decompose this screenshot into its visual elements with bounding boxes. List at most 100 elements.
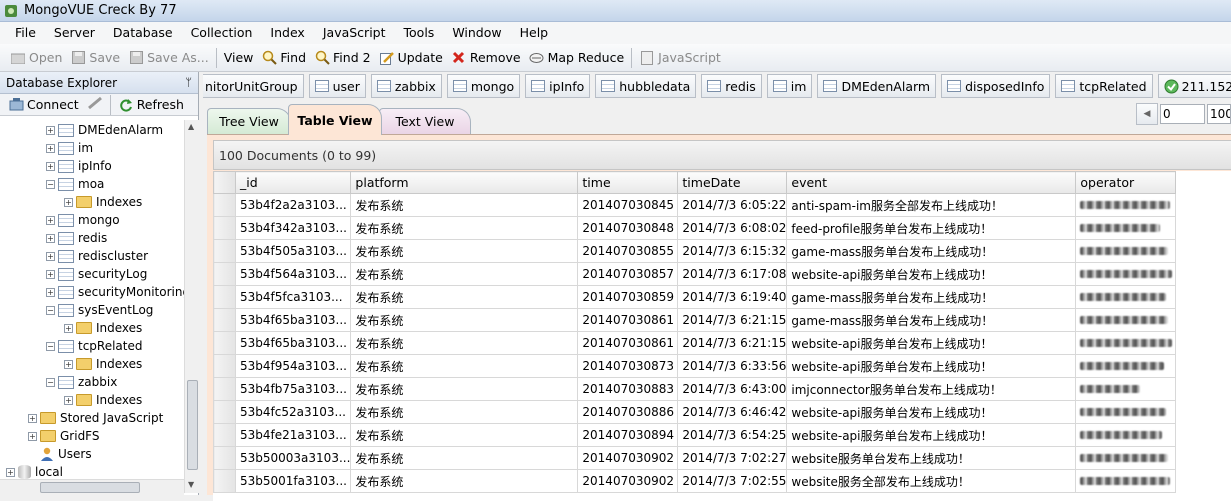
expander-icon[interactable]: + (28, 431, 37, 441)
tree-vertical-scrollbar[interactable]: ▲ ▼ (184, 120, 199, 493)
tab-collection-211.152.99.26[interactable]: 211.152.99.26 (1157, 74, 1231, 98)
cell-timeDate[interactable]: 2014/7/3 6:08:02 (677, 216, 788, 240)
tab-collection-mongo[interactable]: mongo (446, 74, 521, 98)
row-header[interactable] (213, 308, 236, 332)
cell-timeDate[interactable]: 2014/7/3 7:02:55 (677, 469, 788, 493)
cell-operator[interactable] (1075, 331, 1177, 355)
row-header[interactable] (213, 446, 236, 470)
cell-platform[interactable]: 发布系统 (350, 331, 579, 355)
tree-node-indexes[interactable]: + Indexes (64, 193, 142, 211)
menu-collection[interactable]: Collection (182, 22, 262, 44)
tab-collection-disposedinfo[interactable]: disposedInfo (941, 74, 1051, 98)
expander-icon[interactable]: + (46, 269, 55, 279)
table-row[interactable]: 53b50003a3103... 发布系统 201407030902 2014/7/3… (213, 446, 1177, 470)
tree-node-stored-javascript[interactable]: + Stored JavaScript (28, 409, 163, 427)
tab-collection-zabbix[interactable]: zabbix (370, 74, 442, 98)
tree-node-securitymonitoring[interactable]: + securityMonitoring (46, 283, 184, 301)
cell-id[interactable]: 53b4f505a3103... (234, 239, 352, 263)
cell-operator[interactable] (1075, 308, 1177, 332)
cell-operator[interactable] (1075, 446, 1177, 470)
table-row[interactable]: 53b4fc52a3103... 发布系统 201407030886 2014/7/3… (213, 400, 1177, 424)
scroll-down-arrow[interactable]: ▼ (188, 480, 194, 489)
cell-time[interactable]: 201407030857 (577, 262, 679, 286)
cell-platform[interactable]: 发布系统 (350, 377, 579, 401)
cell-id[interactable]: 53b4f342a3103... (234, 216, 352, 240)
row-header[interactable] (213, 423, 236, 447)
cell-id[interactable]: 53b4f954a3103... (234, 354, 352, 378)
menu-file[interactable]: File (6, 22, 45, 44)
expander-icon[interactable]: + (46, 233, 55, 243)
table-row[interactable]: 53b4f564a3103... 发布系统 201407030857 2014/7/3… (213, 262, 1177, 286)
tab-collection-ipinfo[interactable]: ipInfo (525, 74, 591, 98)
expander-icon[interactable]: + (64, 395, 73, 405)
menu-window[interactable]: Window (443, 22, 510, 44)
expander-icon[interactable]: + (46, 287, 55, 297)
menu-tools[interactable]: Tools (395, 22, 444, 44)
menu-database[interactable]: Database (104, 22, 182, 44)
column-header-event[interactable]: event (786, 171, 1077, 194)
cell-event[interactable]: website-api服务单台发布上线成功！ (786, 423, 1077, 447)
cell-platform[interactable]: 发布系统 (350, 446, 579, 470)
expander-icon[interactable]: + (46, 161, 55, 171)
prev-page-button[interactable]: ◀ (1136, 103, 1158, 125)
cell-timeDate[interactable]: 2014/7/3 6:43:00 (677, 377, 788, 401)
expander-icon[interactable]: − (46, 341, 55, 351)
skip-input[interactable] (1160, 104, 1205, 124)
tab-tree-view[interactable]: Tree View (207, 108, 291, 134)
tree-node-mongo[interactable]: + mongo (46, 211, 120, 229)
cell-operator[interactable] (1075, 400, 1177, 424)
cell-time[interactable]: 201407030886 (577, 400, 679, 424)
cell-event[interactable]: game-mass服务单台发布上线成功！ (786, 308, 1077, 332)
cell-timeDate[interactable]: 2014/7/3 6:46:42 (677, 400, 788, 424)
pin-icon[interactable]: ᛘ (185, 76, 192, 89)
cell-timeDate[interactable]: 2014/7/3 6:33:56 (677, 354, 788, 378)
tab-collection-im[interactable]: im (766, 74, 813, 98)
cell-timeDate[interactable]: 2014/7/3 6:21:15 (677, 308, 788, 332)
cell-time[interactable]: 201407030855 (577, 239, 679, 263)
cell-operator[interactable] (1075, 423, 1177, 447)
javascript-button[interactable]: JavaScript (635, 46, 725, 70)
expander-icon[interactable]: − (46, 179, 55, 189)
cell-id[interactable]: 53b4f65ba3103... (234, 308, 352, 332)
cell-id[interactable]: 53b4f5fca3103... (234, 285, 352, 309)
cell-id[interactable]: 53b4fc52a3103... (234, 400, 352, 424)
table-row[interactable]: 53b4f954a3103... 发布系统 201407030873 2014/7/3… (213, 354, 1177, 378)
column-header-platform[interactable]: platform (350, 171, 579, 194)
cell-platform[interactable]: 发布系统 (350, 400, 579, 424)
expander-icon[interactable]: + (46, 251, 55, 261)
cell-id[interactable]: 53b4f65ba3103... (234, 331, 352, 355)
tab-collection-tcprelated[interactable]: tcpRelated (1055, 74, 1153, 98)
connect-button[interactable]: Connect (4, 93, 83, 117)
tab-collection-user[interactable]: user (308, 74, 366, 98)
cell-operator[interactable] (1075, 262, 1177, 286)
disconnect-icon[interactable] (87, 96, 103, 113)
expander-icon[interactable]: + (64, 197, 73, 207)
cell-event[interactable]: website服务全部发布上线成功！ (786, 469, 1077, 493)
expander-icon[interactable]: + (64, 359, 73, 369)
cell-time[interactable]: 201407030859 (577, 285, 679, 309)
cell-platform[interactable]: 发布系统 (350, 193, 579, 217)
expander-icon[interactable]: + (64, 323, 73, 333)
cell-operator[interactable] (1075, 377, 1177, 401)
cell-id[interactable]: 53b4f564a3103... (234, 262, 352, 286)
row-header[interactable] (213, 377, 236, 401)
row-header[interactable] (213, 285, 236, 309)
tree-node-im[interactable]: + im (46, 139, 93, 157)
find2-button[interactable]: Find 2 (310, 46, 375, 70)
cell-id[interactable]: 53b4f2a2a3103... (234, 193, 352, 217)
cell-id[interactable]: 53b5001fa3103... (234, 469, 352, 493)
cell-time[interactable]: 201407030845 (577, 193, 679, 217)
cell-platform[interactable]: 发布系统 (350, 308, 579, 332)
column-header-time[interactable]: time (577, 171, 679, 194)
menu-help[interactable]: Help (511, 22, 558, 44)
table-row[interactable]: 53b4f505a3103... 发布系统 201407030855 2014/7/3… (213, 239, 1177, 263)
expander-icon[interactable]: − (46, 377, 55, 387)
tree-node-syseventlog[interactable]: − sysEventLog (46, 301, 153, 319)
expander-icon[interactable]: + (46, 215, 55, 225)
view-button[interactable]: View (220, 46, 258, 70)
cell-id[interactable]: 53b50003a3103... (234, 446, 352, 470)
cell-operator[interactable] (1075, 216, 1177, 240)
cell-operator[interactable] (1075, 193, 1177, 217)
tree-node-redis[interactable]: + redis (46, 229, 107, 247)
expander-icon[interactable]: + (6, 467, 15, 477)
